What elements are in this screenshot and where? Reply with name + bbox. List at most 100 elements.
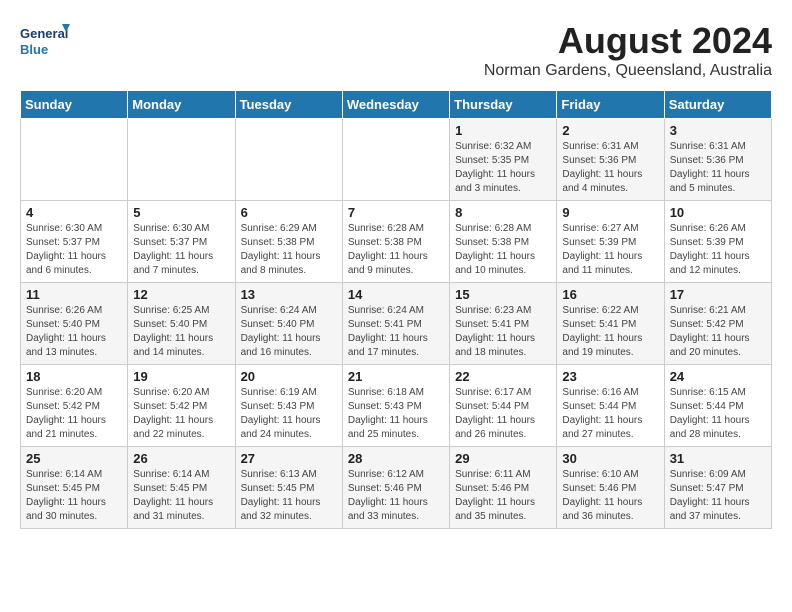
calendar-cell: 1Sunrise: 6:32 AM Sunset: 5:35 PM Daylig… — [450, 119, 557, 201]
day-number: 24 — [670, 369, 766, 384]
week-row-1: 1Sunrise: 6:32 AM Sunset: 5:35 PM Daylig… — [21, 119, 772, 201]
day-info: Sunrise: 6:21 AM Sunset: 5:42 PM Dayligh… — [670, 304, 766, 360]
calendar-cell: 4Sunrise: 6:30 AM Sunset: 5:37 PM Daylig… — [21, 201, 128, 283]
calendar-cell: 28 Sunrise: 6:12 AM Sunset: 5:46 PM Dayli… — [342, 447, 449, 529]
day-info: Sunrise: 6:27 AM Sunset: 5:39 PM Dayligh… — [562, 222, 658, 278]
calendar-cell: 22 Sunrise: 6:17 AM Sunset: 5:44 PM Dayli… — [450, 365, 557, 447]
day-number: 16 — [562, 287, 658, 302]
day-info: Sunrise: 6:23 AM Sunset: 5:41 PM Dayligh… — [455, 304, 551, 360]
day-number: 27 — [241, 451, 337, 466]
day-info: Sunrise: 6:10 AM Sunset: 5:46 PM Dayligh… — [562, 468, 658, 524]
day-number: 18 — [26, 369, 122, 384]
day-number: 2 — [562, 123, 658, 138]
calendar-cell: 21Sunrise: 6:18 AM Sunset: 5:43 PM Dayli… — [342, 365, 449, 447]
day-number: 9 — [562, 205, 658, 220]
calendar-cell: 23 Sunrise: 6:16 AM Sunset: 5:44 PM Dayli… — [557, 365, 664, 447]
week-row-5: 25 Sunrise: 6:14 AM Sunset: 5:45 PM Dayli… — [21, 447, 772, 529]
day-info: Sunrise: 6:20 AM Sunset: 5:42 PM Dayligh… — [26, 386, 122, 442]
title-area: August 2024 Norman Gardens, Queensland, … — [484, 20, 772, 80]
calendar-cell: 11 Sunrise: 6:26 AM Sunset: 5:40 PM Dayli… — [21, 283, 128, 365]
day-info: Sunrise: 6:14 AM Sunset: 5:45 PM Dayligh… — [133, 468, 229, 524]
calendar-cell: 27 Sunrise: 6:13 AM Sunset: 5:45 PM Dayli… — [235, 447, 342, 529]
day-number: 17 — [670, 287, 766, 302]
calendar-cell: 13 Sunrise: 6:24 AM Sunset: 5:40 PM Dayli… — [235, 283, 342, 365]
location-subtitle: Norman Gardens, Queensland, Australia — [484, 62, 772, 80]
day-info: Sunrise: 6:22 AM Sunset: 5:41 PM Dayligh… — [562, 304, 658, 360]
header-thursday: Thursday — [450, 91, 557, 119]
calendar-cell — [21, 119, 128, 201]
calendar-cell — [342, 119, 449, 201]
calendar-cell: 3Sunrise: 6:31 AM Sunset: 5:36 PM Daylig… — [664, 119, 771, 201]
day-number: 23 — [562, 369, 658, 384]
day-info: Sunrise: 6:14 AM Sunset: 5:45 PM Dayligh… — [26, 468, 122, 524]
header-wednesday: Wednesday — [342, 91, 449, 119]
day-number: 8 — [455, 205, 551, 220]
header-saturday: Saturday — [664, 91, 771, 119]
svg-text:Blue: Blue — [20, 42, 48, 57]
calendar-cell: 9 Sunrise: 6:27 AM Sunset: 5:39 PM Daylig… — [557, 201, 664, 283]
day-info: Sunrise: 6:09 AM Sunset: 5:47 PM Dayligh… — [670, 468, 766, 524]
day-number: 3 — [670, 123, 766, 138]
day-info: Sunrise: 6:12 AM Sunset: 5:46 PM Dayligh… — [348, 468, 444, 524]
day-info: Sunrise: 6:17 AM Sunset: 5:44 PM Dayligh… — [455, 386, 551, 442]
day-info: Sunrise: 6:28 AM Sunset: 5:38 PM Dayligh… — [455, 222, 551, 278]
calendar-cell — [128, 119, 235, 201]
day-number: 13 — [241, 287, 337, 302]
day-number: 25 — [26, 451, 122, 466]
header-monday: Monday — [128, 91, 235, 119]
day-number: 15 — [455, 287, 551, 302]
calendar-cell: 20 Sunrise: 6:19 AM Sunset: 5:43 PM Dayli… — [235, 365, 342, 447]
day-number: 1 — [455, 123, 551, 138]
day-info: Sunrise: 6:16 AM Sunset: 5:44 PM Dayligh… — [562, 386, 658, 442]
day-number: 14 — [348, 287, 444, 302]
week-row-3: 11 Sunrise: 6:26 AM Sunset: 5:40 PM Dayli… — [21, 283, 772, 365]
week-row-4: 18 Sunrise: 6:20 AM Sunset: 5:42 PM Dayli… — [21, 365, 772, 447]
day-number: 7 — [348, 205, 444, 220]
calendar-cell: 29Sunrise: 6:11 AM Sunset: 5:46 PM Dayli… — [450, 447, 557, 529]
day-info: Sunrise: 6:15 AM Sunset: 5:44 PM Dayligh… — [670, 386, 766, 442]
header-friday: Friday — [557, 91, 664, 119]
day-info: Sunrise: 6:13 AM Sunset: 5:45 PM Dayligh… — [241, 468, 337, 524]
day-info: Sunrise: 6:26 AM Sunset: 5:40 PM Dayligh… — [26, 304, 122, 360]
calendar-table: SundayMondayTuesdayWednesdayThursdayFrid… — [20, 90, 772, 529]
day-info: Sunrise: 6:19 AM Sunset: 5:43 PM Dayligh… — [241, 386, 337, 442]
day-number: 21 — [348, 369, 444, 384]
calendar-cell: 6Sunrise: 6:29 AM Sunset: 5:38 PM Daylig… — [235, 201, 342, 283]
month-year-title: August 2024 — [484, 20, 772, 62]
calendar-cell: 25 Sunrise: 6:14 AM Sunset: 5:45 PM Dayli… — [21, 447, 128, 529]
calendar-cell: 7 Sunrise: 6:28 AM Sunset: 5:38 PM Daylig… — [342, 201, 449, 283]
calendar-cell: 15 Sunrise: 6:23 AM Sunset: 5:41 PM Dayli… — [450, 283, 557, 365]
day-info: Sunrise: 6:29 AM Sunset: 5:38 PM Dayligh… — [241, 222, 337, 278]
day-info: Sunrise: 6:24 AM Sunset: 5:40 PM Dayligh… — [241, 304, 337, 360]
logo-svg: General Blue — [20, 20, 70, 64]
day-info: Sunrise: 6:25 AM Sunset: 5:40 PM Dayligh… — [133, 304, 229, 360]
svg-text:General: General — [20, 26, 68, 41]
calendar-cell: 14Sunrise: 6:24 AM Sunset: 5:41 PM Dayli… — [342, 283, 449, 365]
calendar-cell: 8 Sunrise: 6:28 AM Sunset: 5:38 PM Daylig… — [450, 201, 557, 283]
calendar-cell: 24 Sunrise: 6:15 AM Sunset: 5:44 PM Dayli… — [664, 365, 771, 447]
day-number: 10 — [670, 205, 766, 220]
day-info: Sunrise: 6:11 AM Sunset: 5:46 PM Dayligh… — [455, 468, 551, 524]
logo: General Blue — [20, 20, 70, 64]
day-info: Sunrise: 6:20 AM Sunset: 5:42 PM Dayligh… — [133, 386, 229, 442]
day-info: Sunrise: 6:31 AM Sunset: 5:36 PM Dayligh… — [562, 140, 658, 196]
header-tuesday: Tuesday — [235, 91, 342, 119]
day-number: 26 — [133, 451, 229, 466]
day-info: Sunrise: 6:28 AM Sunset: 5:38 PM Dayligh… — [348, 222, 444, 278]
weekday-header-row: SundayMondayTuesdayWednesdayThursdayFrid… — [21, 91, 772, 119]
day-number: 12 — [133, 287, 229, 302]
day-info: Sunrise: 6:30 AM Sunset: 5:37 PM Dayligh… — [133, 222, 229, 278]
calendar-cell: 26 Sunrise: 6:14 AM Sunset: 5:45 PM Dayli… — [128, 447, 235, 529]
calendar-cell: 19Sunrise: 6:20 AM Sunset: 5:42 PM Dayli… — [128, 365, 235, 447]
day-number: 11 — [26, 287, 122, 302]
day-number: 28 — [348, 451, 444, 466]
day-number: 22 — [455, 369, 551, 384]
day-number: 4 — [26, 205, 122, 220]
calendar-cell: 31Sunrise: 6:09 AM Sunset: 5:47 PM Dayli… — [664, 447, 771, 529]
calendar-cell: 18 Sunrise: 6:20 AM Sunset: 5:42 PM Dayli… — [21, 365, 128, 447]
day-number: 5 — [133, 205, 229, 220]
day-info: Sunrise: 6:26 AM Sunset: 5:39 PM Dayligh… — [670, 222, 766, 278]
day-number: 20 — [241, 369, 337, 384]
calendar-cell: 16 Sunrise: 6:22 AM Sunset: 5:41 PM Dayli… — [557, 283, 664, 365]
day-number: 30 — [562, 451, 658, 466]
